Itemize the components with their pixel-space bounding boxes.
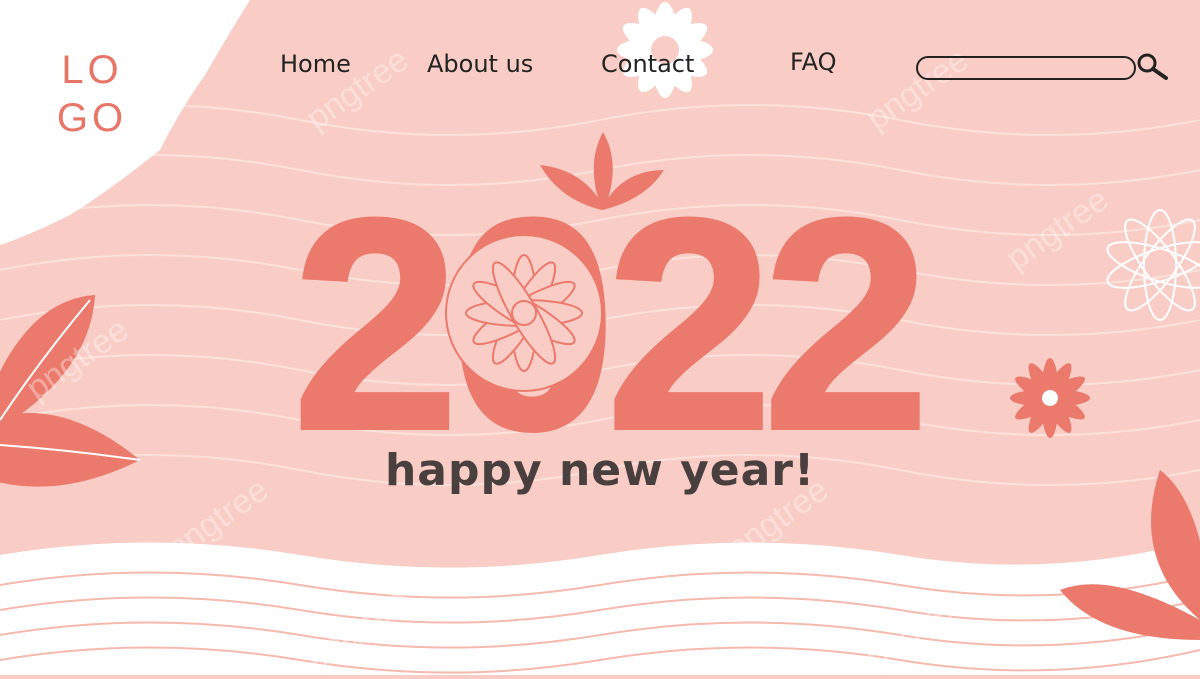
- search-icon: [1137, 53, 1168, 80]
- nav-home-link[interactable]: Home: [280, 50, 351, 78]
- search-input[interactable]: [916, 56, 1136, 80]
- logo[interactable]: LO GO: [52, 46, 132, 142]
- search-button[interactable]: [1136, 52, 1170, 82]
- coral-flower-icon: [1010, 358, 1090, 438]
- outline-flower-icon: [1106, 209, 1200, 321]
- hero-year: 2022: [292, 156, 922, 438]
- flower-in-zero-icon: [445, 234, 603, 392]
- nav-contact-link[interactable]: Contact: [601, 50, 694, 78]
- nav-about-link[interactable]: About us: [427, 50, 533, 78]
- white-wave-band: [0, 540, 1200, 675]
- logo-line-2: GO: [56, 96, 128, 140]
- nav-faq-link[interactable]: FAQ: [790, 48, 837, 76]
- hero-tagline: happy new year!: [384, 445, 816, 496]
- logo-line-1: LO: [61, 48, 123, 92]
- hero-year-graphic: 2022: [290, 154, 926, 438]
